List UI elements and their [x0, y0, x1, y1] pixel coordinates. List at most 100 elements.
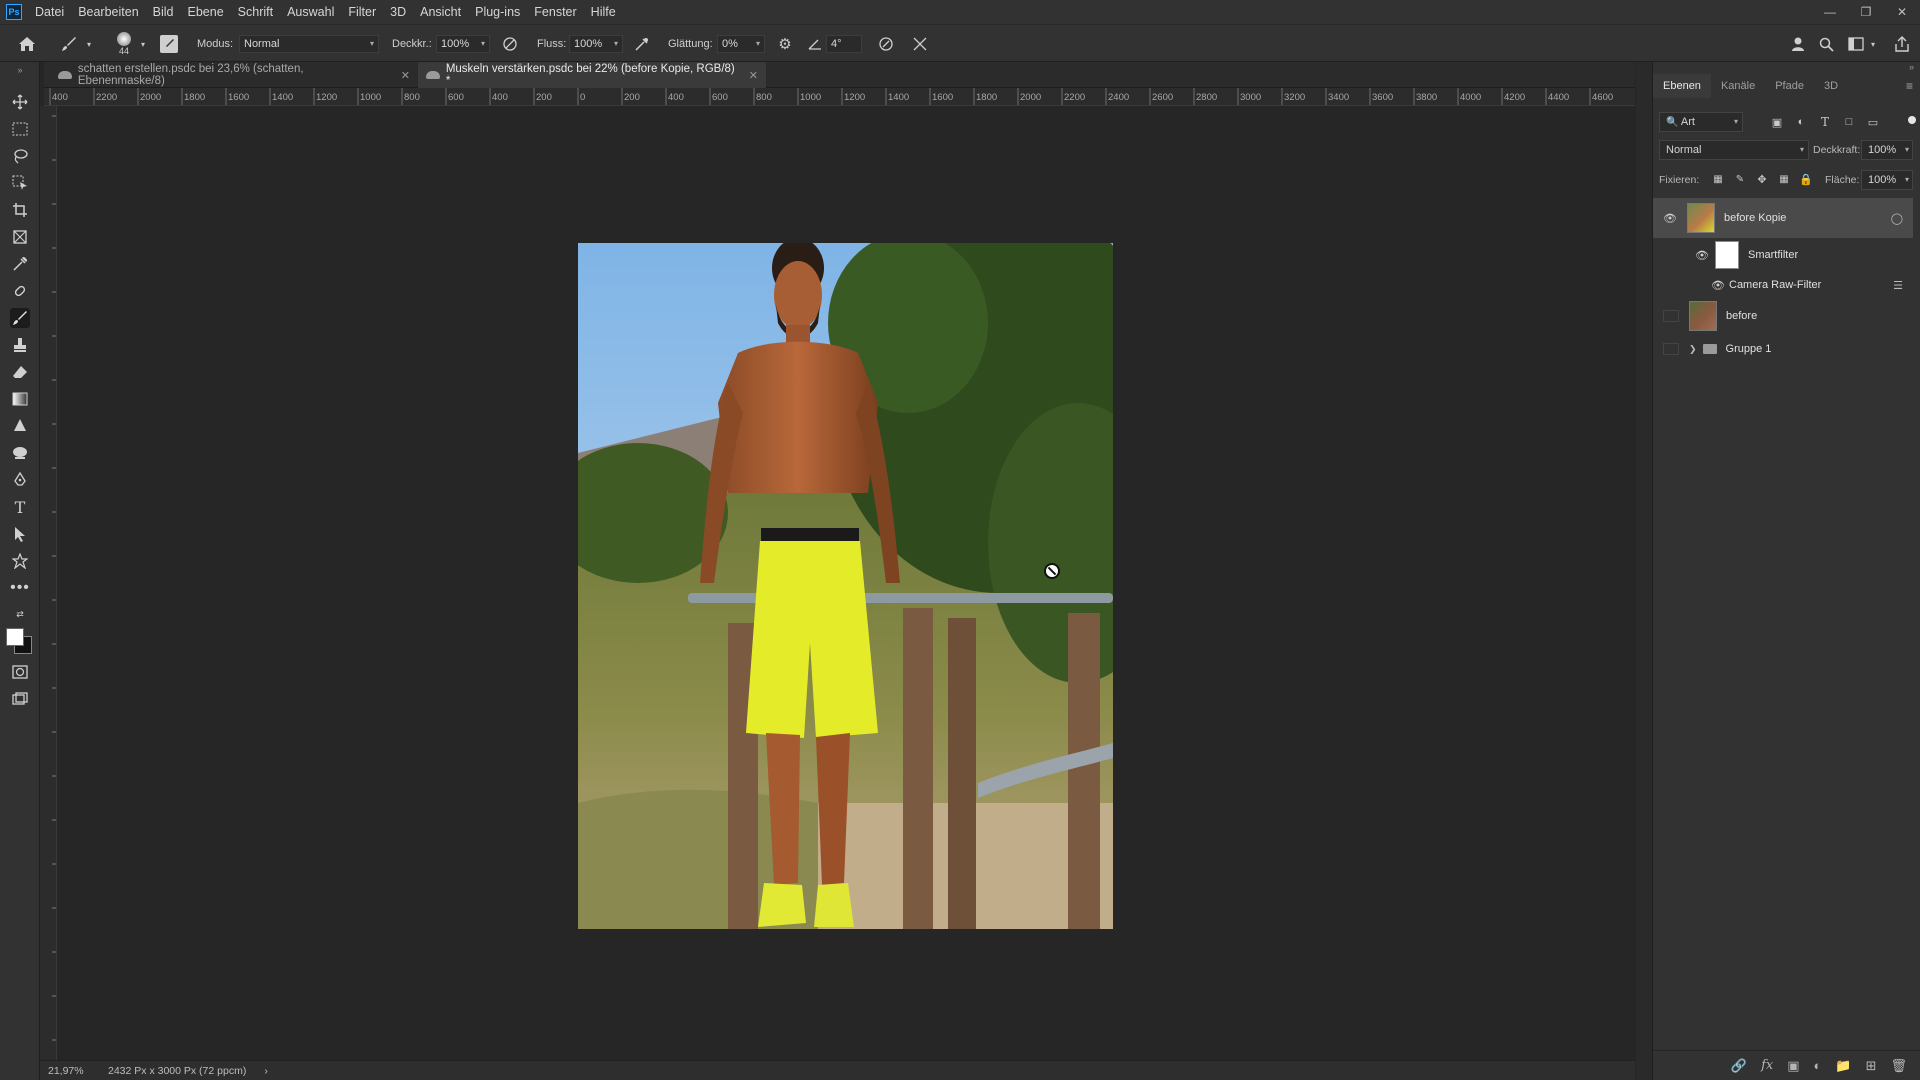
text-icon[interactable]: T — [10, 497, 30, 517]
layer-gruppe-1[interactable]: ❯ Gruppe 1 — [1653, 334, 1913, 364]
layer-camera-raw-filter[interactable]: 👁 Camera Raw-Filter ☰ — [1653, 272, 1913, 298]
new-group-icon[interactable]: 📁 — [1835, 1058, 1851, 1074]
custom-shape-icon[interactable] — [10, 551, 30, 571]
workspace-icon[interactable] — [1846, 35, 1866, 53]
menu-bearbeiten[interactable]: Bearbeiten — [71, 0, 145, 24]
blend-mode-select[interactable]: Normal ▾ — [1659, 140, 1809, 160]
object-select-icon[interactable] — [10, 173, 30, 193]
menu-hilfe[interactable]: Hilfe — [584, 0, 623, 24]
menu-filter[interactable]: Filter — [341, 0, 383, 24]
adjustment-layer-icon[interactable]: ◐ — [1814, 1058, 1822, 1073]
dodge-icon[interactable] — [10, 443, 30, 463]
zoom-level[interactable]: 21,97% — [48, 1065, 98, 1077]
home-icon[interactable] — [16, 34, 38, 54]
lasso-icon[interactable] — [10, 146, 30, 166]
layer-filter-select[interactable]: 🔍 Art ▾ — [1659, 112, 1743, 132]
lock-position-icon[interactable]: ✥ — [1755, 172, 1769, 186]
screen-mode-icon[interactable] — [10, 689, 30, 709]
lock-transparency-icon[interactable]: ▦ — [1711, 172, 1725, 186]
lock-all-icon[interactable]: 🔒 — [1799, 172, 1813, 186]
link-icon[interactable]: 🔗 — [1731, 1058, 1747, 1074]
fill-field[interactable]: 100% ▾ — [1861, 170, 1913, 190]
menu-auswahl[interactable]: Auswahl — [280, 0, 341, 24]
more-tools-icon[interactable]: ••• — [10, 578, 30, 598]
pen-icon[interactable] — [10, 470, 30, 490]
add-mask-icon[interactable]: ▣ — [1787, 1058, 1799, 1074]
expand-toolbar-icon[interactable]: » — [10, 64, 30, 76]
angle-field[interactable]: 4° — [826, 35, 862, 53]
move-icon[interactable] — [10, 92, 30, 112]
filter-shape-icon[interactable]: □ — [1841, 114, 1857, 130]
symmetry-icon[interactable] — [910, 35, 930, 53]
gear-icon[interactable]: ⚙ — [775, 35, 795, 53]
panel-menu-icon[interactable]: ≡ — [1906, 79, 1913, 93]
lock-artboard-icon[interactable]: ▦ — [1777, 172, 1791, 186]
fx-icon[interactable]: fx — [1761, 1058, 1773, 1073]
menu-plugins[interactable]: Plug-ins — [468, 0, 527, 24]
tab-schatten-erstellen[interactable]: schatten erstellen.psdc bei 23,6% (schat… — [50, 62, 418, 88]
pressure-size-icon[interactable] — [876, 35, 896, 53]
filter-adjustment-icon[interactable]: ◐ — [1793, 114, 1809, 130]
path-select-icon[interactable] — [10, 524, 30, 544]
menu-bild[interactable]: Bild — [146, 0, 181, 24]
menu-3d[interactable]: 3D — [383, 0, 413, 24]
tab-3d[interactable]: 3D — [1814, 74, 1848, 98]
menu-datei[interactable]: Datei — [28, 0, 71, 24]
chevron-down-icon[interactable]: ▾ — [84, 38, 94, 50]
filter-smartobject-icon[interactable]: ▭ — [1865, 114, 1881, 130]
eraser-icon[interactable] — [10, 362, 30, 382]
menu-schrift[interactable]: Schrift — [231, 0, 280, 24]
tab-ebenen[interactable]: Ebenen — [1653, 74, 1711, 98]
filter-pixel-icon[interactable]: ▣ — [1769, 114, 1785, 130]
tab-pfade[interactable]: Pfade — [1765, 74, 1814, 98]
layer-before-kopie[interactable]: 👁 before Kopie ◯ — [1653, 198, 1913, 238]
filter-blending-icon[interactable]: ☰ — [1893, 279, 1903, 292]
eye-icon[interactable]: 👁 — [1695, 250, 1709, 262]
marquee-icon[interactable] — [10, 119, 30, 139]
eye-hidden-box[interactable] — [1663, 310, 1679, 322]
eye-hidden-box[interactable] — [1663, 343, 1679, 355]
restore-icon[interactable]: ❐ — [1848, 0, 1884, 24]
share-icon[interactable] — [1892, 35, 1912, 53]
chevron-down-icon[interactable]: ▾ — [138, 38, 148, 50]
swap-colors-icon[interactable]: ⇄ — [10, 608, 30, 620]
quick-mask-icon[interactable] — [10, 662, 30, 682]
learn-icon[interactable] — [1788, 35, 1808, 53]
clone-stamp-icon[interactable] — [10, 335, 30, 355]
close-tab-icon[interactable]: ✕ — [401, 69, 410, 82]
close-tab-icon[interactable]: ✕ — [749, 69, 758, 82]
tab-kanaele[interactable]: Kanäle — [1711, 74, 1765, 98]
document-image[interactable] — [578, 243, 1113, 929]
collapse-panel-icon[interactable]: » — [1909, 62, 1914, 72]
trash-icon[interactable]: 🗑 — [1890, 1058, 1907, 1074]
flow-field[interactable]: 100% ▾ — [569, 35, 623, 53]
pressure-opacity-icon[interactable] — [500, 35, 520, 53]
layer-before[interactable]: before — [1653, 298, 1913, 334]
eyedropper-icon[interactable] — [10, 254, 30, 274]
layer-smartfilter[interactable]: 👁 Smartfilter — [1653, 238, 1913, 272]
smart-filter-options-icon[interactable]: ◯ — [1891, 212, 1903, 225]
new-layer-icon[interactable]: ⊞ — [1866, 1058, 1877, 1074]
menu-fenster[interactable]: Fenster — [527, 0, 583, 24]
lock-pixels-icon[interactable]: ✎ — [1733, 172, 1747, 186]
eye-icon[interactable]: 👁 — [1663, 213, 1677, 225]
crop-icon[interactable] — [10, 200, 30, 220]
search-icon[interactable] — [1816, 35, 1836, 53]
brush-settings-icon[interactable] — [160, 35, 178, 53]
opacity-field[interactable]: 100% ▾ — [436, 35, 490, 53]
tab-muskeln-verstaerken[interactable]: Muskeln verstärken.psdc bei 22% (before … — [418, 62, 766, 88]
blur-icon[interactable] — [10, 416, 30, 436]
brush-preset-icon[interactable] — [58, 34, 80, 54]
gradient-icon[interactable] — [10, 389, 30, 409]
eye-icon[interactable]: 👁 — [1711, 280, 1725, 292]
filter-mask-thumbnail[interactable] — [1715, 241, 1739, 269]
status-arrow-icon[interactable]: › — [264, 1065, 268, 1077]
chevron-down-icon[interactable]: ▾ — [1868, 38, 1878, 50]
smoothing-field[interactable]: 0% ▾ — [717, 35, 765, 53]
brush-icon[interactable] — [10, 308, 30, 328]
brush-size-picker[interactable]: 44 — [112, 30, 136, 58]
filter-toggle[interactable] — [1908, 116, 1916, 124]
menu-ebene[interactable]: Ebene — [181, 0, 231, 24]
minimize-icon[interactable]: — — [1812, 0, 1848, 24]
foreground-color-swatch[interactable] — [6, 628, 24, 646]
